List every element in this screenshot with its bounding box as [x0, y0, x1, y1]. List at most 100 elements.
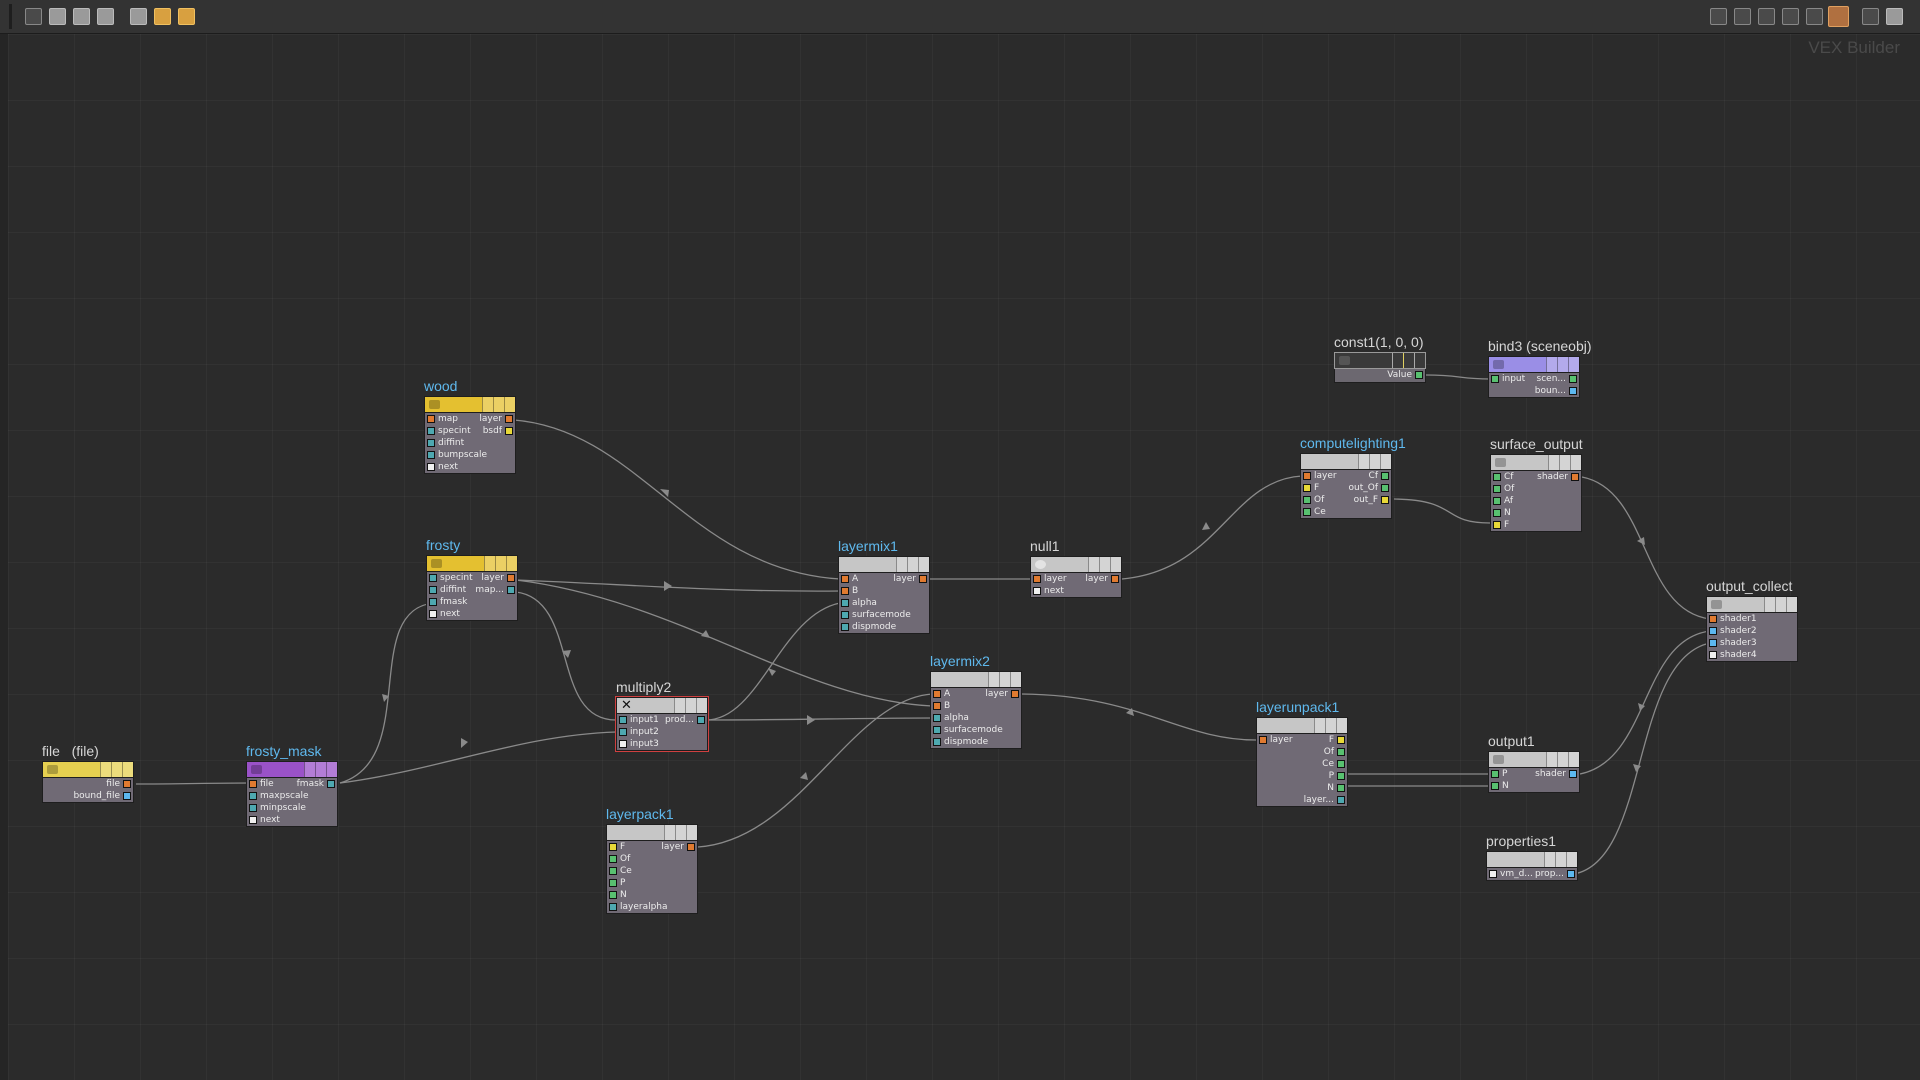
node-header[interactable] [930, 671, 1022, 688]
node-header[interactable] [426, 555, 518, 572]
output-port[interactable] [919, 575, 927, 583]
input-port[interactable] [1709, 615, 1717, 623]
input-port[interactable] [1709, 639, 1717, 647]
display-flag[interactable] [1570, 455, 1581, 470]
input-port[interactable] [427, 451, 435, 459]
template-flag[interactable] [1325, 718, 1336, 733]
node-multiply2[interactable]: multiply2 ✕ input1 prod... input2 input3 [615, 679, 709, 752]
display-flag[interactable] [696, 698, 707, 713]
bypass-flag[interactable] [1544, 852, 1555, 867]
input-port[interactable] [841, 623, 849, 631]
node-frosty[interactable]: frosty specint layer diffint map... fmask … [426, 537, 518, 621]
input-port[interactable] [1303, 484, 1311, 492]
input-port[interactable] [933, 726, 941, 734]
node-header[interactable] [838, 556, 930, 573]
node-header[interactable] [1706, 596, 1798, 613]
display-flag[interactable] [1336, 718, 1347, 733]
layout-vertical-icon[interactable] [1710, 8, 1727, 25]
input-port[interactable] [1491, 770, 1499, 778]
input-port[interactable] [933, 690, 941, 698]
output-port[interactable] [507, 586, 515, 594]
input-port[interactable] [1493, 497, 1501, 505]
display-flag[interactable] [1568, 752, 1579, 767]
template-flag[interactable] [315, 762, 326, 777]
input-port[interactable] [609, 843, 617, 851]
display-flag[interactable] [1566, 852, 1577, 867]
node-header[interactable] [606, 824, 698, 841]
network-canvas[interactable] [8, 34, 1920, 1080]
template-flag[interactable] [1555, 852, 1566, 867]
bypass-flag[interactable] [988, 672, 999, 687]
template-flag[interactable] [493, 397, 504, 412]
output-port[interactable] [507, 574, 515, 582]
bypass-flag[interactable] [664, 825, 675, 840]
output-port[interactable] [1415, 371, 1423, 379]
template-flag[interactable] [1403, 353, 1414, 368]
input-port[interactable] [619, 716, 627, 724]
input-port[interactable] [609, 867, 617, 875]
input-port[interactable] [1303, 472, 1311, 480]
node-file[interactable]: file (file) file bound_file [42, 743, 134, 803]
display-flag[interactable] [1414, 353, 1425, 368]
node-header[interactable] [42, 761, 134, 778]
layout-branch-icon[interactable] [1758, 8, 1775, 25]
sticky-note-icon[interactable] [154, 8, 171, 25]
output-port[interactable] [1571, 473, 1579, 481]
color-palette-icon[interactable] [1828, 6, 1849, 27]
input-port[interactable] [1491, 782, 1499, 790]
input-port[interactable] [249, 816, 257, 824]
output-port[interactable] [1381, 484, 1389, 492]
output-port[interactable] [697, 716, 705, 724]
template-flag[interactable] [907, 557, 918, 572]
input-port[interactable] [1489, 870, 1497, 878]
input-port[interactable] [249, 780, 257, 788]
input-port[interactable] [1033, 575, 1041, 583]
input-port[interactable] [1491, 375, 1499, 383]
node-header[interactable] [1300, 453, 1392, 470]
grid-view-icon[interactable] [97, 8, 114, 25]
output-port[interactable] [1337, 736, 1345, 744]
bypass-flag[interactable] [1546, 752, 1557, 767]
tree-view-icon[interactable] [25, 8, 42, 25]
input-port[interactable] [427, 427, 435, 435]
input-port[interactable] [1303, 496, 1311, 504]
input-port[interactable] [429, 598, 437, 606]
input-port[interactable] [429, 586, 437, 594]
input-port[interactable] [619, 740, 627, 748]
input-port[interactable] [1709, 627, 1717, 635]
bypass-flag[interactable] [1088, 557, 1099, 572]
output-port[interactable] [1569, 770, 1577, 778]
template-flag[interactable] [999, 672, 1010, 687]
input-port[interactable] [427, 463, 435, 471]
list-view-icon[interactable] [49, 8, 66, 25]
input-port[interactable] [841, 611, 849, 619]
node-layerunpack1[interactable]: layerunpack1 layer F Of Ce P N layer... [1256, 699, 1348, 807]
output-port[interactable] [1567, 870, 1575, 878]
snapshot-icon[interactable] [1886, 8, 1903, 25]
node-surface_output[interactable]: surface_output Cf shader Of Af N F [1490, 436, 1583, 532]
parameter-view-icon[interactable] [73, 8, 90, 25]
input-port[interactable] [1493, 509, 1501, 517]
output-port[interactable] [123, 792, 131, 800]
node-output_collect[interactable]: output_collect shader1 shader2 shader3 s… [1706, 578, 1798, 662]
template-flag[interactable] [675, 825, 686, 840]
display-flag[interactable] [504, 397, 515, 412]
node-header[interactable] [1256, 717, 1348, 734]
bypass-flag[interactable] [1314, 718, 1325, 733]
input-port[interactable] [1709, 651, 1717, 659]
output-port[interactable] [1111, 575, 1119, 583]
node-header[interactable] [1030, 556, 1122, 573]
template-flag[interactable] [1559, 455, 1570, 470]
input-port[interactable] [841, 575, 849, 583]
node-properties1[interactable]: properties1 vm_d... prop... [1486, 833, 1578, 881]
template-flag[interactable] [1557, 357, 1568, 372]
input-port[interactable] [609, 855, 617, 863]
display-flag[interactable] [122, 762, 133, 777]
node-wood[interactable]: wood map layer specint bsdf diffint bumpsc… [424, 378, 516, 474]
display-flag[interactable] [686, 825, 697, 840]
display-flag[interactable] [506, 556, 517, 571]
output-port[interactable] [1381, 496, 1389, 504]
grid-snap-icon[interactable] [1806, 8, 1823, 25]
output-port[interactable] [123, 780, 131, 788]
input-port[interactable] [1493, 485, 1501, 493]
